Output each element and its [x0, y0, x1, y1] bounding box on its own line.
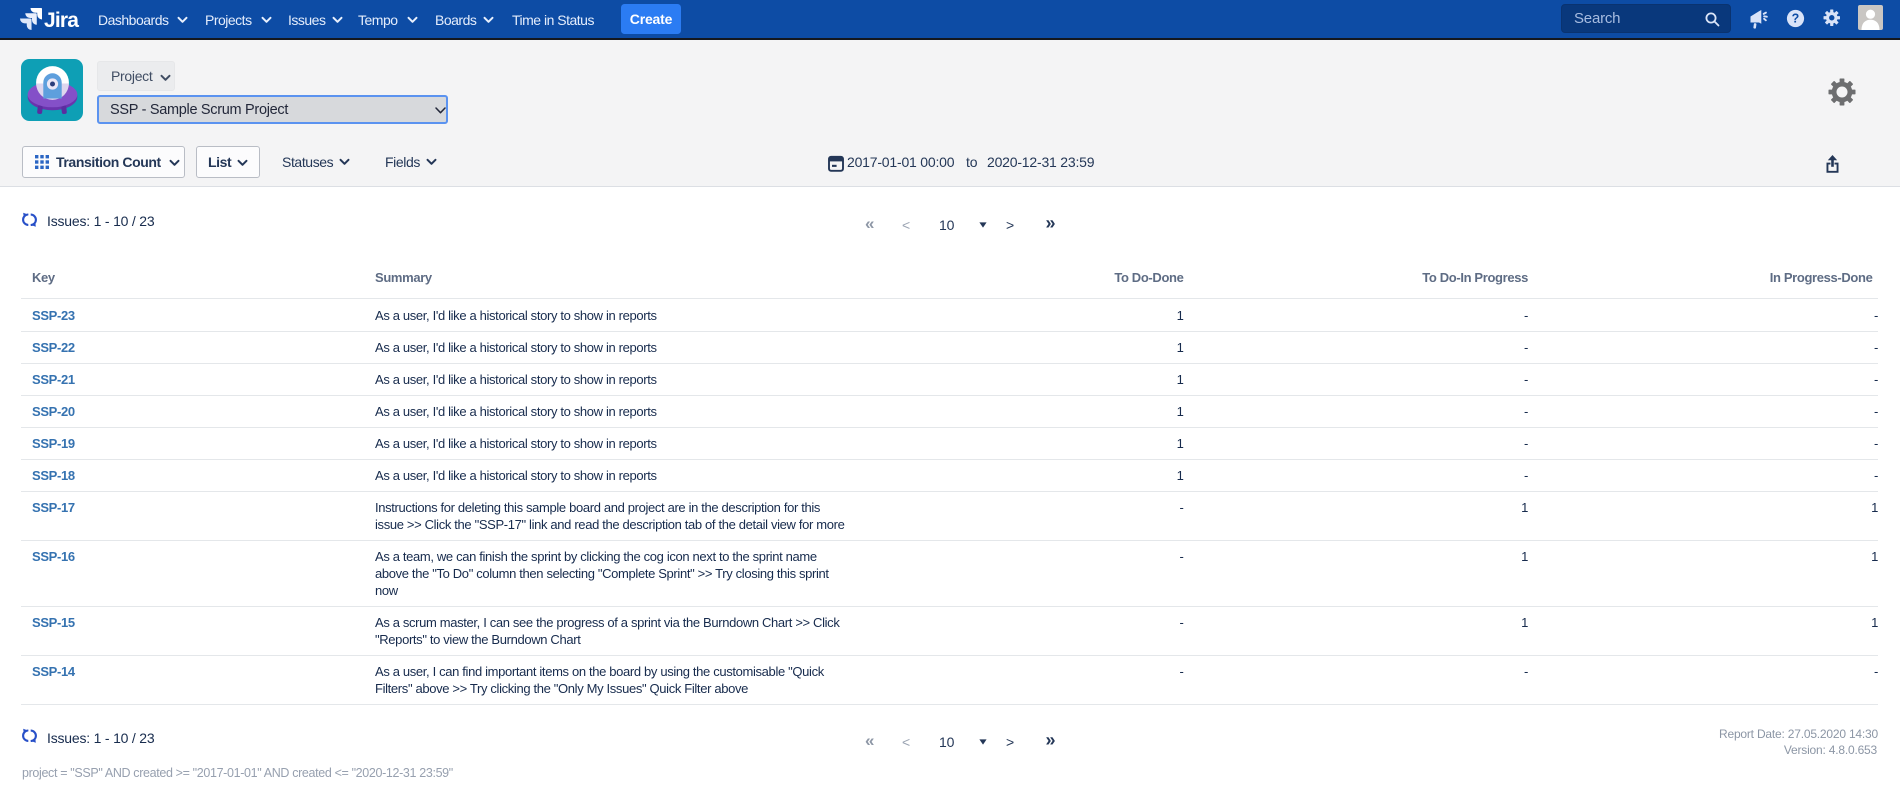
svg-text:?: ?	[1792, 12, 1800, 26]
